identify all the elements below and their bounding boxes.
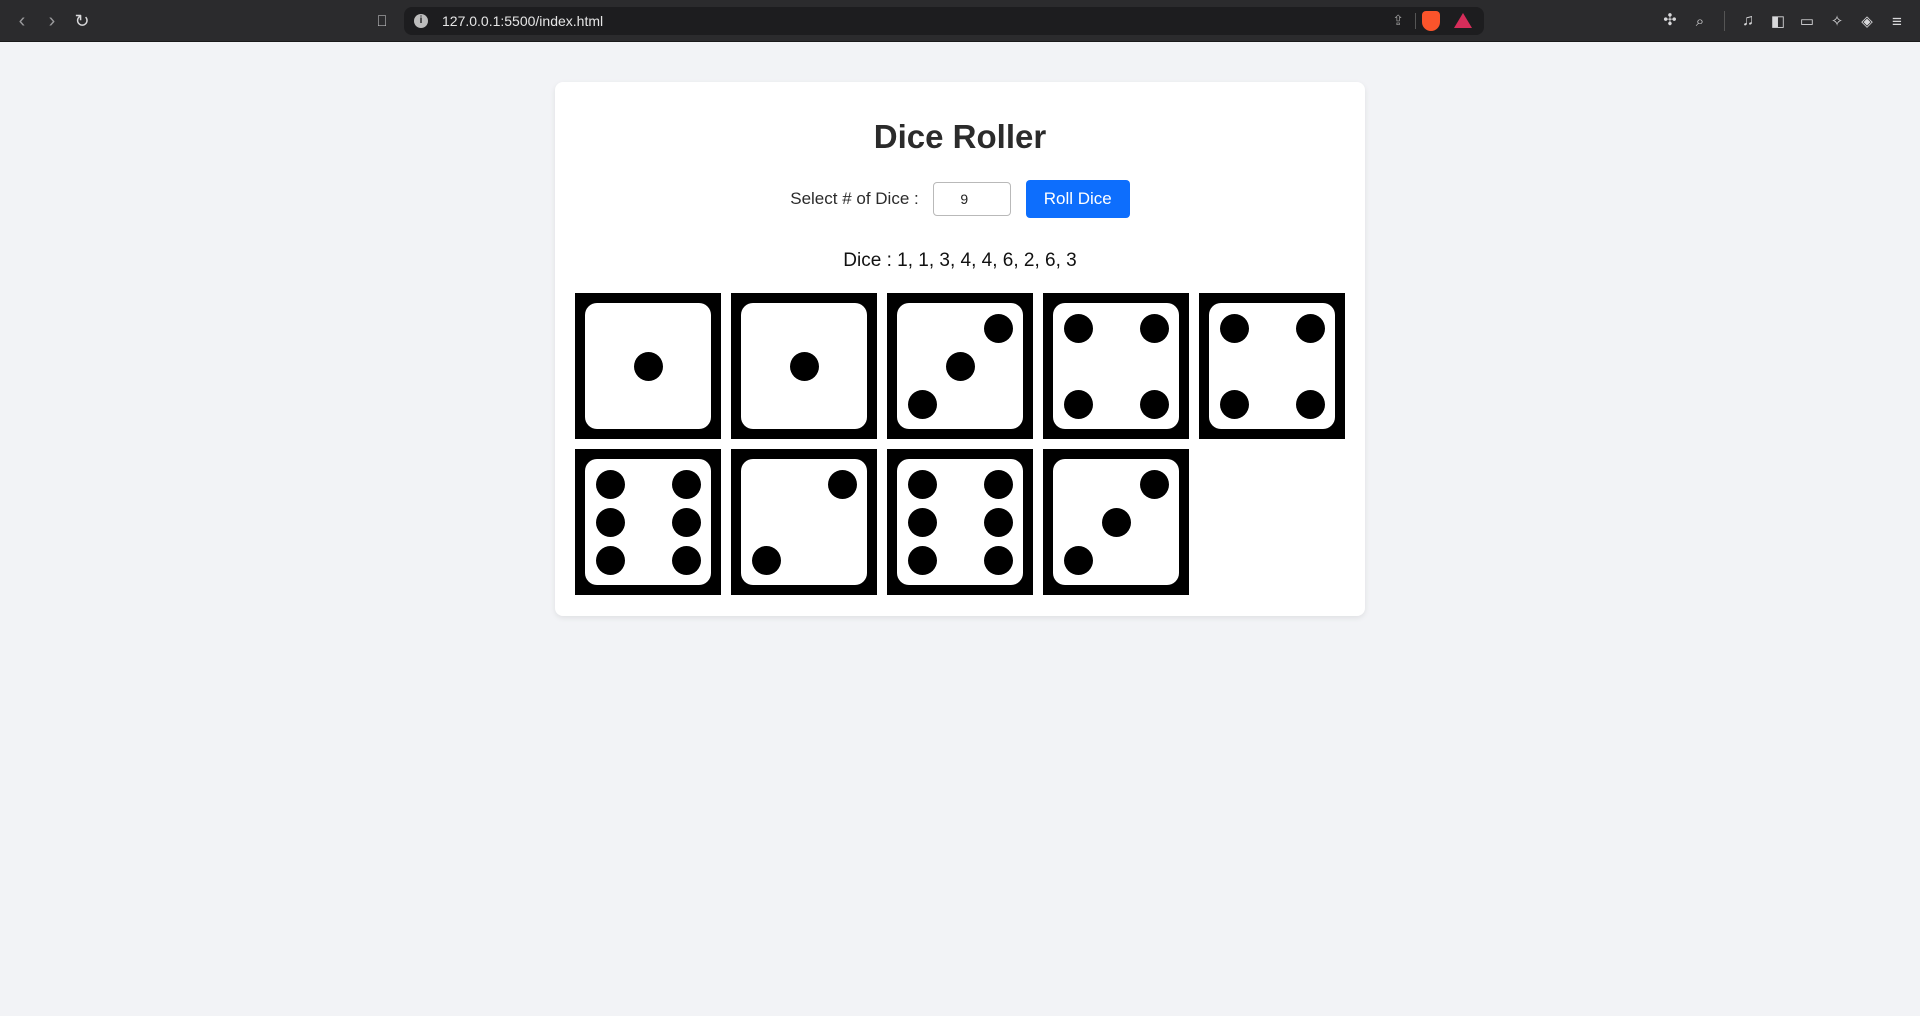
die-pip	[827, 469, 857, 499]
die-pip	[671, 469, 701, 499]
die-pip	[633, 351, 663, 381]
page-title: Dice Roller	[873, 118, 1047, 155]
url-text[interactable]: 127.0.0.1:5500/index.html	[442, 13, 603, 29]
share-icon[interactable]: ⇪	[1392, 12, 1404, 29]
die-pip	[1295, 313, 1325, 343]
reload-icon[interactable]: ↻	[70, 9, 94, 33]
bookmark-icon[interactable]: ⎕	[370, 9, 394, 33]
die-face	[1053, 303, 1179, 429]
dice-roller-card: Dice Roller Select # of Dice : Roll Dice…	[555, 82, 1365, 616]
die-pip	[907, 507, 937, 537]
die-pip	[907, 389, 937, 419]
die-pip	[907, 545, 937, 575]
vpn-icon[interactable]: ◈	[1855, 9, 1879, 33]
die-pip	[983, 507, 1013, 537]
die-pip	[983, 469, 1013, 499]
die-pip	[1219, 389, 1249, 419]
die-pip	[983, 313, 1013, 343]
die-face	[585, 303, 711, 429]
die-4	[1043, 293, 1189, 439]
leo-ai-icon[interactable]: ✧	[1825, 9, 1849, 33]
extensions-icon[interactable]: ✣	[1658, 9, 1682, 33]
die-pip	[751, 545, 781, 575]
die-pip	[1219, 313, 1249, 343]
die-pip	[595, 507, 625, 537]
die-pip	[595, 545, 625, 575]
dice-count-input[interactable]	[932, 182, 1011, 216]
screenshot-icon[interactable]: ⌕	[1688, 9, 1712, 33]
die-pip	[1139, 389, 1169, 419]
brave-rewards-icon[interactable]	[1454, 13, 1472, 28]
roll-dice-button[interactable]: Roll Dice	[1025, 180, 1130, 218]
wallet-icon[interactable]: ▭	[1795, 9, 1819, 33]
die-pip	[671, 545, 701, 575]
die-pip	[595, 469, 625, 499]
dice-count-label: Select # of Dice :	[790, 189, 919, 208]
die-pip	[1139, 313, 1169, 343]
die-7	[731, 449, 877, 595]
address-bar[interactable]: i 127.0.0.1:5500/index.html ⇪	[404, 7, 1484, 35]
browser-toolbar: ‹ › ↻ ⎕ i 127.0.0.1:5500/index.html ⇪ ✣ …	[0, 0, 1920, 42]
die-face	[741, 459, 867, 585]
die-pip	[1101, 507, 1131, 537]
die-pip	[1063, 313, 1093, 343]
die-pip	[1063, 389, 1093, 419]
back-icon[interactable]: ‹	[10, 9, 34, 33]
die-pip	[1295, 389, 1325, 419]
media-icon[interactable]: ♫	[1736, 9, 1760, 33]
die-5	[1199, 293, 1345, 439]
die-pip	[983, 545, 1013, 575]
die-face	[897, 459, 1023, 585]
toolbar-divider	[1724, 11, 1725, 31]
die-8	[887, 449, 1033, 595]
menu-icon[interactable]: ≡	[1885, 9, 1909, 33]
controls-row: Select # of Dice : Roll Dice	[555, 180, 1365, 218]
die-1	[575, 293, 721, 439]
die-face	[897, 303, 1023, 429]
die-face	[585, 459, 711, 585]
die-face	[741, 303, 867, 429]
site-info-icon[interactable]: i	[414, 14, 428, 28]
die-pip	[671, 507, 701, 537]
dice-result-text: Dice : 1, 1, 3, 4, 4, 6, 2, 6, 3	[843, 250, 1077, 271]
die-pip	[789, 351, 819, 381]
die-pip	[945, 351, 975, 381]
die-2	[731, 293, 877, 439]
die-3	[887, 293, 1033, 439]
die-face	[1053, 459, 1179, 585]
die-face	[1209, 303, 1335, 429]
die-6	[575, 449, 721, 595]
die-pip	[1139, 469, 1169, 499]
forward-icon[interactable]: ›	[40, 9, 64, 33]
brave-shields-icon[interactable]	[1422, 11, 1440, 31]
url-divider	[1415, 13, 1416, 29]
die-9	[1043, 449, 1189, 595]
sidebar-icon[interactable]: ◧	[1766, 9, 1790, 33]
die-pip	[1063, 545, 1093, 575]
die-pip	[907, 469, 937, 499]
